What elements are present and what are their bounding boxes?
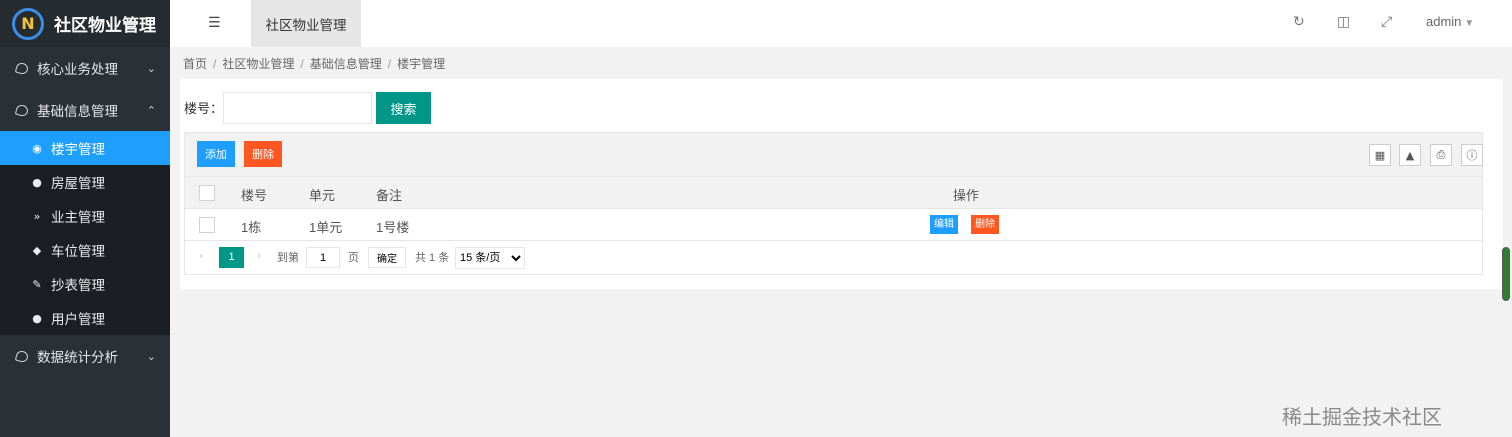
goto-page-input[interactable] — [306, 247, 340, 268]
pagination: ‹ 1 › 到第 页 确定 共 1 条 15 条/页 — [185, 241, 1482, 273]
print-icon[interactable]: ⎙ — [1430, 144, 1452, 166]
refresh-icon[interactable]: ↻ — [1293, 14, 1305, 30]
next-page-icon[interactable]: › — [257, 249, 261, 262]
table-row: 1栋 1单元 1号楼 编辑 删除 — [185, 209, 1482, 241]
sidebar-item-user[interactable]: ● 用户管理 — [0, 301, 170, 335]
breadcrumb: 首页 / 社区物业管理 / 基础信息管理 / 楼宇管理 — [183, 57, 446, 71]
home-icon: ● — [32, 175, 42, 189]
cell-building: 1栋 — [241, 220, 262, 235]
caret-down-icon: ▼ — [1464, 18, 1475, 29]
chevron-down-icon: ⌄ — [146, 61, 156, 75]
menu-group-core[interactable]: 核心业务处理 ⌄ — [0, 47, 170, 89]
search-button[interactable]: 搜索 — [376, 92, 431, 124]
car-icon: ◆ — [32, 243, 42, 257]
cell-unit: 1单元 — [309, 220, 343, 235]
app-title: 社区物业管理 — [54, 16, 156, 35]
sidebar-item-building[interactable]: ◉ 楼宇管理 — [0, 131, 170, 165]
page-label: 页 — [348, 252, 359, 264]
add-button[interactable]: 添加 — [197, 141, 235, 167]
app-logo: N 社区物业管理 — [0, 0, 170, 47]
sidebar-item-house[interactable]: ● 房屋管理 — [0, 165, 170, 199]
prev-page-icon[interactable]: ‹ — [199, 249, 203, 262]
breadcrumb-item: 楼宇管理 — [397, 57, 446, 71]
cell-note: 1号楼 — [376, 220, 410, 235]
target-icon: ◉ — [32, 141, 42, 155]
submenu-basic: ◉ 楼宇管理 ● 房屋管理 » 业主管理 ◆ 车位管理 ✎ 抄表管理 ● 用户管… — [0, 131, 170, 335]
menu-group-label: 基础信息管理 — [37, 104, 118, 119]
watermark-text: 稀土掘金技术社区 — [1282, 407, 1442, 429]
leaf-icon — [14, 61, 30, 75]
search-label: 楼号： — [184, 101, 224, 116]
edit-button[interactable]: 编辑 — [930, 215, 958, 234]
logo-icon: N — [12, 7, 44, 40]
breadcrumb-item[interactable]: 首页 — [183, 57, 207, 71]
info-icon[interactable]: ⓘ — [1461, 144, 1483, 166]
menu-icon[interactable]: ☰ — [208, 15, 221, 31]
sidebar-item-meter[interactable]: ✎ 抄表管理 — [0, 267, 170, 301]
per-page-select[interactable]: 15 条/页 — [455, 247, 525, 269]
columns-icon[interactable]: ▦ — [1369, 144, 1391, 166]
top-header: ☰ 社区物业管理 ↻ ◫ ⤢ admin ▼ — [170, 0, 1512, 47]
delete-button[interactable]: 删除 — [244, 141, 282, 167]
tab-home[interactable]: 社区物业管理 — [251, 0, 361, 47]
sidebar-item-label: 楼宇管理 — [51, 142, 105, 157]
breadcrumb-item[interactable]: 社区物业管理 — [222, 57, 294, 71]
breadcrumb-item[interactable]: 基础信息管理 — [310, 57, 382, 71]
row-delete-button[interactable]: 删除 — [971, 215, 999, 234]
column-header: 楼号 — [241, 188, 268, 203]
goto-confirm-button[interactable]: 确定 — [368, 247, 406, 268]
sidebar-item-label: 业主管理 — [51, 210, 105, 225]
trash-icon[interactable]: ◫ — [1337, 14, 1350, 30]
sidebar-item-label: 房屋管理 — [51, 176, 105, 191]
menu-group-label: 数据统计分析 — [37, 350, 118, 365]
scrollbar-thumb[interactable] — [1502, 247, 1510, 301]
content-card: 楼号： 搜索 添加 删除 ▦ ▲ ⎙ ⓘ 楼号 单元 备注 操作 1栋 1单元 … — [180, 79, 1503, 289]
leaf-icon — [14, 349, 30, 363]
user-menu[interactable]: admin ▼ — [1426, 14, 1474, 29]
sidebar-item-owner[interactable]: » 业主管理 — [0, 199, 170, 233]
select-all-checkbox[interactable] — [199, 185, 215, 201]
table-toolbar: 添加 删除 ▦ ▲ ⎙ ⓘ — [185, 133, 1483, 177]
menu-group-label: 核心业务处理 — [37, 62, 118, 77]
table-header: 楼号 单元 备注 操作 — [185, 177, 1482, 209]
column-header: 备注 — [376, 188, 403, 203]
user-name: admin — [1426, 14, 1462, 29]
total-count: 共 1 条 — [415, 252, 450, 264]
watermark: 稀土掘金技术社区 — [1282, 401, 1442, 430]
sidebar: N 社区物业管理 核心业务处理 ⌄ 基础信息管理 ⌃ ◉ 楼宇管理 ● 房屋管理… — [0, 0, 170, 437]
chevron-up-icon: ⌃ — [146, 103, 156, 117]
export-icon[interactable]: ▲ — [1399, 144, 1421, 166]
current-page[interactable]: 1 — [219, 247, 244, 268]
sidebar-item-label: 用户管理 — [51, 312, 105, 327]
leaf-icon — [14, 103, 30, 117]
data-table: 添加 删除 ▦ ▲ ⎙ ⓘ 楼号 单元 备注 操作 1栋 1单元 1号楼 编辑 … — [184, 132, 1483, 275]
sidebar-item-parking[interactable]: ◆ 车位管理 — [0, 233, 170, 267]
user-icon: ● — [32, 311, 42, 325]
row-checkbox[interactable] — [199, 217, 215, 233]
sidebar-item-label: 抄表管理 — [51, 278, 105, 293]
double-chevron-icon: » — [33, 209, 41, 223]
edit-icon: ✎ — [32, 277, 42, 291]
search-input[interactable] — [223, 92, 372, 124]
menu-group-stats[interactable]: 数据统计分析 ⌄ — [0, 335, 170, 377]
fullscreen-icon[interactable]: ⤢ — [1381, 14, 1392, 30]
column-header: 单元 — [309, 188, 336, 203]
sidebar-item-label: 车位管理 — [51, 244, 105, 259]
menu-group-basic[interactable]: 基础信息管理 ⌃ — [0, 89, 170, 131]
column-header: 操作 — [953, 188, 980, 203]
goto-label: 到第 — [277, 252, 299, 264]
chevron-down-icon: ⌄ — [146, 349, 156, 363]
